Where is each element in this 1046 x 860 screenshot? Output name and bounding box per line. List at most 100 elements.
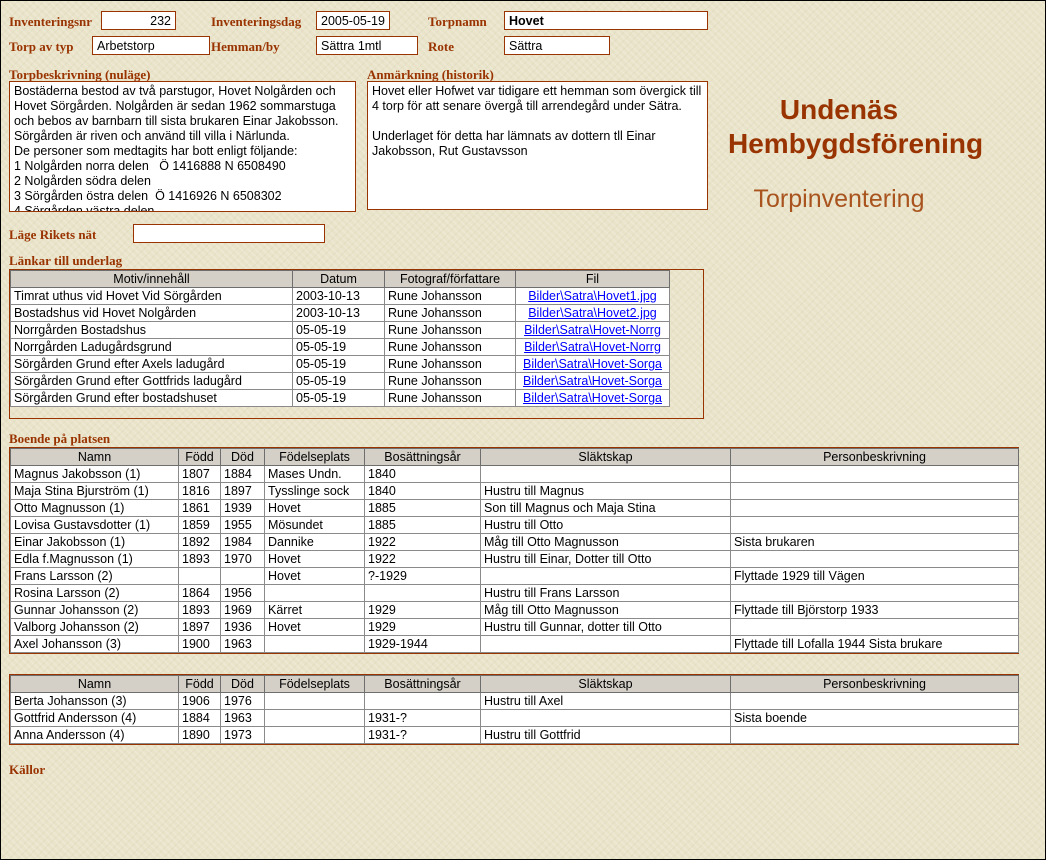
table-cell bbox=[481, 710, 731, 727]
table-cell: Bilder\Satra\Hovet-Sorga bbox=[516, 356, 670, 373]
table-cell: 1807 bbox=[179, 466, 221, 483]
links-table-frame: Motiv/innehållDatumFotograf/författareFi… bbox=[9, 269, 704, 419]
column-header: Död bbox=[221, 676, 265, 693]
table-cell: Dannike bbox=[265, 534, 365, 551]
table-cell bbox=[731, 517, 1019, 534]
table-cell: Magnus Jakobsson (1) bbox=[11, 466, 179, 483]
table-cell: Rune Johansson bbox=[385, 339, 516, 356]
table-cell: Mases Undn. bbox=[265, 466, 365, 483]
column-header: Namn bbox=[11, 676, 179, 693]
file-link[interactable]: Bilder\Satra\Hovet1.jpg bbox=[528, 289, 657, 303]
table-cell: 1885 bbox=[365, 500, 481, 517]
table-cell: 1963 bbox=[221, 710, 265, 727]
hemman-by-input[interactable] bbox=[316, 36, 418, 55]
table-row: Axel Johansson (3)190019631929-1944Flytt… bbox=[11, 636, 1019, 653]
table-cell: Rune Johansson bbox=[385, 356, 516, 373]
kallor-label: Källor bbox=[9, 762, 45, 778]
org-title-line2: Hembygdsförening bbox=[728, 127, 950, 161]
residents-table1-body: Magnus Jakobsson (1)18071884Mases Undn.1… bbox=[11, 466, 1019, 653]
table-cell: ?-1929 bbox=[365, 568, 481, 585]
table-cell: 1900 bbox=[179, 636, 221, 653]
torpnamn-input[interactable] bbox=[504, 11, 708, 30]
file-link[interactable]: Bilder\Satra\Hovet-Sorga bbox=[523, 357, 662, 371]
torpbeskrivning-field[interactable]: Bostäderna bestod av två parstugor, Hove… bbox=[9, 81, 356, 212]
table-cell: Hustru till Magnus bbox=[481, 483, 731, 500]
hemman-by-label: Hemman/by bbox=[211, 39, 280, 55]
table-cell: 1929 bbox=[365, 602, 481, 619]
file-link[interactable]: Bilder\Satra\Hovet-Norrg bbox=[524, 340, 661, 354]
table-cell: Bilder\Satra\Hovet2.jpg bbox=[516, 305, 670, 322]
table-cell: Sörgården Grund efter Axels ladugård bbox=[11, 356, 293, 373]
table-row: Frans Larsson (2)Hovet?-1929Flyttade 192… bbox=[11, 568, 1019, 585]
table-cell: 1956 bbox=[221, 585, 265, 602]
table-cell bbox=[265, 710, 365, 727]
table-cell: Hovet bbox=[265, 619, 365, 636]
table-cell: 1890 bbox=[179, 727, 221, 744]
page-subtitle: Torpinventering bbox=[728, 185, 950, 214]
table-cell bbox=[731, 483, 1019, 500]
residents-header-row: NamnFöddDödFödelseplatsBosättningsårSläk… bbox=[11, 449, 1019, 466]
table-cell: 1922 bbox=[365, 534, 481, 551]
table-cell: Rune Johansson bbox=[385, 373, 516, 390]
table-cell: 1976 bbox=[221, 693, 265, 710]
table-cell: Axel Johansson (3) bbox=[11, 636, 179, 653]
table-cell bbox=[365, 585, 481, 602]
table-cell: Hustru till Gunnar, dotter till Otto bbox=[481, 619, 731, 636]
table-row: Lovisa Gustavsdotter (1)18591955Mösundet… bbox=[11, 517, 1019, 534]
table-cell: Einar Jakobsson (1) bbox=[11, 534, 179, 551]
table-cell: 1906 bbox=[179, 693, 221, 710]
torp-av-typ-label: Torp av typ bbox=[9, 39, 74, 55]
table-row: Timrat uthus vid Hovet Vid Sörgården2003… bbox=[11, 288, 670, 305]
lage-rikets-nat-input[interactable] bbox=[133, 224, 325, 243]
table-cell: Tysslinge sock bbox=[265, 483, 365, 500]
table-cell: 05-05-19 bbox=[293, 322, 385, 339]
table-cell: Anna Andersson (4) bbox=[11, 727, 179, 744]
table-cell bbox=[265, 585, 365, 602]
file-link[interactable]: Bilder\Satra\Hovet2.jpg bbox=[528, 306, 657, 320]
inventeringsnr-input[interactable] bbox=[101, 11, 176, 30]
file-link[interactable]: Bilder\Satra\Hovet-Norrg bbox=[524, 323, 661, 337]
table-cell: 1897 bbox=[221, 483, 265, 500]
table-cell bbox=[481, 636, 731, 653]
table-cell: Måg till Otto Magnusson bbox=[481, 534, 731, 551]
table-row: Sörgården Grund efter Axels ladugård05-0… bbox=[11, 356, 670, 373]
table-cell: Maja Stina Bjurström (1) bbox=[11, 483, 179, 500]
file-link[interactable]: Bilder\Satra\Hovet-Sorga bbox=[523, 374, 662, 388]
table-cell: 1893 bbox=[179, 602, 221, 619]
table-cell: Hustru till Einar, Dotter till Otto bbox=[481, 551, 731, 568]
column-header: Släktskap bbox=[481, 449, 731, 466]
column-header: Fotograf/författare bbox=[385, 271, 516, 288]
links-header-row: Motiv/innehållDatumFotograf/författareFi… bbox=[11, 271, 670, 288]
table-cell: Gunnar Johansson (2) bbox=[11, 602, 179, 619]
residents-table1-frame: NamnFöddDödFödelseplatsBosättningsårSläk… bbox=[9, 447, 1019, 654]
table-cell: Hovet bbox=[265, 500, 365, 517]
table-row: Sörgården Grund efter bostadshuset05-05-… bbox=[11, 390, 670, 407]
table-cell: 1939 bbox=[221, 500, 265, 517]
table-cell: Lovisa Gustavsdotter (1) bbox=[11, 517, 179, 534]
inventeringsdag-input[interactable] bbox=[316, 11, 390, 30]
column-header: Personbeskrivning bbox=[731, 676, 1019, 693]
table-cell bbox=[365, 693, 481, 710]
table-cell: Gottfrid Andersson (4) bbox=[11, 710, 179, 727]
table-row: Otto Magnusson (1)18611939Hovet1885Son t… bbox=[11, 500, 1019, 517]
boende-section-label: Boende på platsen bbox=[9, 431, 110, 447]
table-cell: Rune Johansson bbox=[385, 390, 516, 407]
table-cell: 1929 bbox=[365, 619, 481, 636]
table-cell bbox=[265, 693, 365, 710]
column-header: Födelseplats bbox=[265, 676, 365, 693]
table-cell: Valborg Johansson (2) bbox=[11, 619, 179, 636]
anmarkning-field[interactable]: Hovet eller Hofwet var tidigare ett hemm… bbox=[367, 81, 708, 210]
table-cell: 1884 bbox=[221, 466, 265, 483]
table-cell: 1893 bbox=[179, 551, 221, 568]
column-header: Död bbox=[221, 449, 265, 466]
rote-input[interactable] bbox=[504, 36, 610, 55]
table-cell: Hovet bbox=[265, 551, 365, 568]
column-header: Motiv/innehåll bbox=[11, 271, 293, 288]
inventeringsdag-label: Inventeringsdag bbox=[211, 14, 301, 30]
file-link[interactable]: Bilder\Satra\Hovet-Sorga bbox=[523, 391, 662, 405]
org-title-block: Undenäs Hembygdsförening Torpinventering bbox=[728, 93, 950, 214]
table-row: Einar Jakobsson (1)18921984Dannike1922Må… bbox=[11, 534, 1019, 551]
torp-av-typ-input[interactable] bbox=[92, 36, 210, 55]
table-cell: Rosina Larsson (2) bbox=[11, 585, 179, 602]
column-header: Bosättningsår bbox=[365, 676, 481, 693]
